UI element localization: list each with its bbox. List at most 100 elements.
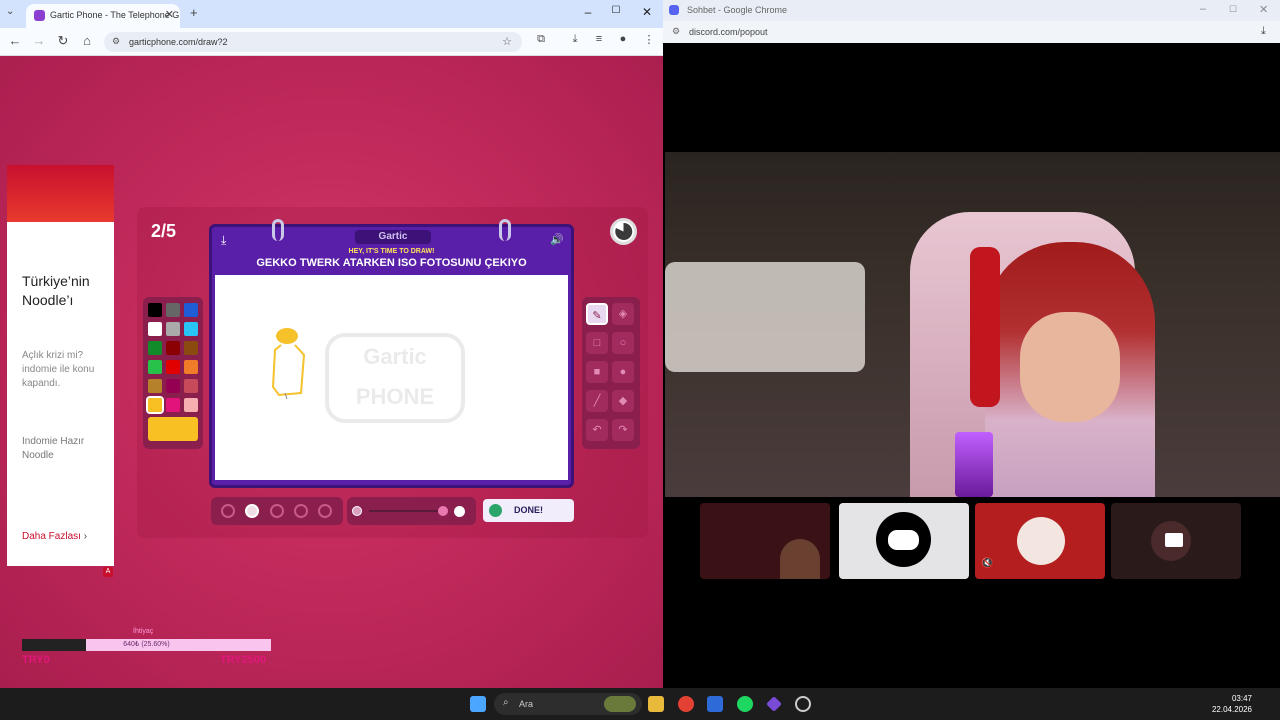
clock-date: 22.04.2026 <box>1211 705 1252 714</box>
tab-gartic[interactable]: Gartic Phone - The Telephone G ✕ <box>26 4 180 28</box>
download-drawing-icon[interactable]: ⤓ <box>221 233 226 248</box>
color-swatch[interactable] <box>148 303 162 317</box>
extensions-icon[interactable]: ⧉ <box>532 33 550 46</box>
main-video-stream[interactable] <box>665 152 1280 497</box>
discord-avatar-icon <box>876 512 931 567</box>
color-swatch[interactable] <box>184 398 198 412</box>
home-icon[interactable]: ⌂ <box>78 33 96 48</box>
advertisement[interactable]: Türkiye’nin Noodle’ı Açlık krizi mi? ind… <box>7 165 114 566</box>
close-button-right[interactable]: ✕ <box>1259 3 1268 16</box>
minimize-button[interactable]: – <box>578 5 598 19</box>
brush-size-3[interactable] <box>270 504 284 518</box>
bed-pillow <box>665 262 865 372</box>
brush-size-selector <box>211 497 343 525</box>
tab-title: Gartic Phone - The Telephone G <box>50 10 180 20</box>
opacity-handle[interactable] <box>438 506 448 516</box>
eraser-tool-icon[interactable]: ◈ <box>612 303 634 325</box>
ellipse-tool-icon[interactable]: ○ <box>612 332 634 354</box>
address-bar[interactable]: ⚙ garticphone.com/draw?2 ☆ <box>104 32 522 52</box>
brush-size-5[interactable] <box>318 504 332 518</box>
bookmark-star-icon[interactable]: ☆ <box>502 35 512 48</box>
menu-icon[interactable]: ⋮ <box>640 33 658 46</box>
color-swatch[interactable] <box>146 396 164 414</box>
ad-more-label: Daha Fazlası <box>22 531 81 542</box>
brush-size-2[interactable] <box>245 504 259 518</box>
color-swatch[interactable] <box>166 322 180 336</box>
site-info-icon[interactable]: ⚙ <box>112 36 120 47</box>
goal-progress-text: 640₺ (25.60%) <box>123 641 170 648</box>
redo-icon[interactable]: ↷ <box>612 419 634 441</box>
browser-toolbar: ← → ↻ ⌂ ⚙ garticphone.com/draw?2 ☆ ⧉ ⤓ ≡… <box>0 28 663 56</box>
download-icon-right[interactable]: ⤓ <box>1261 25 1266 38</box>
color-swatch[interactable] <box>166 379 180 393</box>
site-info-icon-right[interactable]: ⚙ <box>672 26 680 37</box>
color-swatch[interactable] <box>184 360 198 374</box>
filled-rectangle-tool-icon[interactable]: ■ <box>586 361 608 383</box>
line-tool-icon[interactable]: ╱ <box>586 390 608 412</box>
participant-tile-3[interactable]: 🔇 <box>975 503 1105 579</box>
taskbar-search[interactable]: ⌕ Ara <box>494 693 642 715</box>
rectangle-tool-icon[interactable]: □ <box>586 332 608 354</box>
reload-icon[interactable]: ↻ <box>54 33 72 49</box>
color-swatch[interactable] <box>148 341 162 355</box>
close-window-button[interactable]: ✕ <box>637 5 657 19</box>
forward-icon[interactable]: → <box>30 33 48 48</box>
undo-icon[interactable]: ↶ <box>586 419 608 441</box>
gartic-browser-window: ⌄ Gartic Phone - The Telephone G ✕ + – ☐… <box>0 0 663 688</box>
binder-ring-left <box>272 219 284 241</box>
app-icon[interactable] <box>766 696 782 712</box>
ad-headline[interactable]: Türkiye’nin Noodle’ı <box>22 272 112 310</box>
gartic-favicon-icon <box>34 10 45 21</box>
ad-more-link[interactable]: Daha Fazlası › <box>22 531 87 542</box>
color-swatch[interactable] <box>148 379 162 393</box>
purple-lamp <box>955 432 993 497</box>
sound-icon[interactable]: 🔊 <box>550 233 564 246</box>
minimize-button-right[interactable]: – <box>1200 3 1206 15</box>
video-camera-icon <box>1165 533 1183 547</box>
color-swatch[interactable] <box>148 322 162 336</box>
profile-avatar[interactable]: ● <box>614 33 632 45</box>
start-button-icon[interactable] <box>470 696 486 712</box>
outlook-icon[interactable] <box>707 696 723 712</box>
participant-tile-4[interactable] <box>1111 503 1241 579</box>
spotify-icon[interactable] <box>737 696 753 712</box>
participant-tile-2[interactable] <box>839 503 969 579</box>
drawing-canvas[interactable]: Gartic PHONE <box>215 275 568 480</box>
color-swatch[interactable] <box>166 398 180 412</box>
color-swatch[interactable] <box>166 360 180 374</box>
color-swatch[interactable] <box>184 341 198 355</box>
ad-choices-badge[interactable]: A <box>103 567 113 577</box>
file-explorer-icon[interactable] <box>648 696 664 712</box>
color-swatch[interactable] <box>166 303 180 317</box>
opacity-low-icon <box>352 506 362 516</box>
new-tab-button[interactable]: + <box>190 5 198 20</box>
system-clock[interactable]: 03:47 22.04.2026 <box>1200 693 1252 715</box>
download-icon[interactable]: ⤓ <box>566 33 584 46</box>
maximize-button-right[interactable]: ☐ <box>1229 4 1237 15</box>
participant-1-video <box>780 539 820 579</box>
draw-instruction: HEY, IT'S TIME TO DRAW! <box>348 248 435 255</box>
color-swatch[interactable] <box>184 303 198 317</box>
color-swatch[interactable] <box>166 341 180 355</box>
goal-title: İhtiyaç <box>133 628 154 635</box>
done-button[interactable]: DONE! <box>483 499 574 522</box>
color-swatch[interactable] <box>184 322 198 336</box>
back-icon[interactable]: ← <box>6 33 24 48</box>
media-icon[interactable]: ≡ <box>590 33 608 45</box>
color-swatch[interactable] <box>148 360 162 374</box>
ad-banner-image[interactable] <box>7 165 114 222</box>
brush-size-4[interactable] <box>294 504 308 518</box>
maximize-button[interactable]: ☐ <box>606 5 626 16</box>
participant-tile-1[interactable] <box>700 503 830 579</box>
pen-tool-icon[interactable]: ✎ <box>586 303 608 325</box>
fill-bucket-icon[interactable]: ◆ <box>612 390 634 412</box>
tab-close-icon[interactable]: ✕ <box>165 8 174 21</box>
brush-size-1[interactable] <box>221 504 235 518</box>
obs-icon[interactable] <box>795 696 811 712</box>
color-swatch[interactable] <box>184 379 198 393</box>
filled-ellipse-tool-icon[interactable]: ● <box>612 361 634 383</box>
chrome-icon[interactable] <box>678 696 694 712</box>
opacity-slider[interactable] <box>347 497 476 525</box>
headphone-left <box>970 247 1000 407</box>
tab-search-icon[interactable]: ⌄ <box>6 6 14 17</box>
